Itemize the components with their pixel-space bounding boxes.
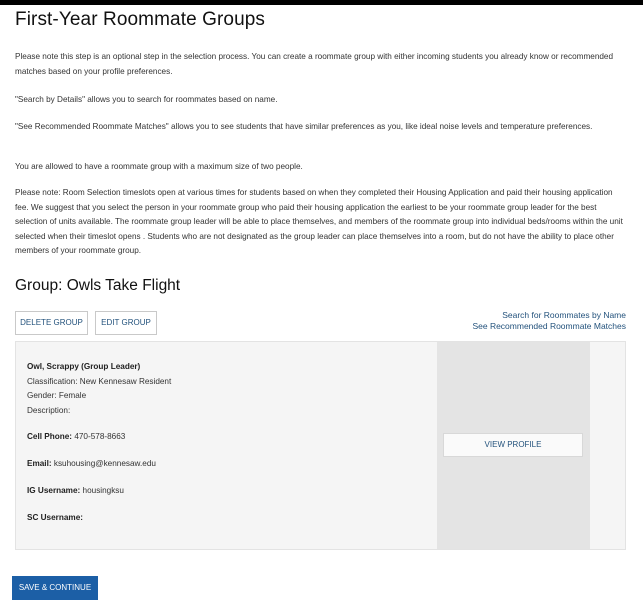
member-cell-phone: Cell Phone: 470-578-8663 [27, 432, 125, 441]
view-profile-button[interactable]: VIEW PROFILE [443, 433, 583, 457]
ig-username-label: IG Username: [27, 486, 81, 495]
email-label: Email: [27, 459, 52, 468]
delete-group-button[interactable]: DELETE GROUP [15, 311, 88, 335]
save-continue-button[interactable]: SAVE & CONTINUE [12, 576, 98, 600]
group-size-paragraph: You are allowed to have a roommate group… [15, 162, 303, 171]
recommended-matches-paragraph: "See Recommended Roommate Matches" allow… [15, 122, 593, 131]
top-bar [0, 0, 643, 5]
member-email: Email: ksuhousing@kennesaw.edu [27, 459, 156, 468]
member-classification: Classification: New Kennesaw Resident [27, 377, 172, 386]
timeslot-note-paragraph: Please note: Room Selection timeslots op… [15, 188, 623, 255]
cell-phone-value: 470-578-8663 [74, 432, 126, 441]
member-actions-panel: VIEW PROFILE [437, 342, 590, 549]
member-description: Description: [27, 406, 71, 415]
email-value: ksuhousing@kennesaw.edu [53, 459, 156, 468]
search-roommates-link[interactable]: Search for Roommates by Name [502, 310, 626, 320]
member-gender: Gender: Female [27, 391, 87, 400]
cell-phone-label: Cell Phone: [27, 432, 73, 441]
sc-username-label: SC Username: [27, 513, 83, 522]
member-name: Owl, Scrappy (Group Leader) [27, 362, 141, 371]
member-card: Owl, Scrappy (Group Leader) Classificati… [15, 341, 626, 550]
edit-group-button[interactable]: EDIT GROUP [95, 311, 157, 335]
intro-paragraph: Please note this step is an optional ste… [15, 52, 614, 76]
search-by-details-paragraph: "Search by Details" allows you to search… [15, 95, 278, 104]
member-ig-username: IG Username: housingksu [27, 486, 124, 495]
ig-username-value: housingksu [82, 486, 124, 495]
recommended-matches-link[interactable]: See Recommended Roommate Matches [472, 321, 626, 331]
page-title: First-Year Roommate Groups [15, 9, 266, 30]
member-sc-username: SC Username: [27, 513, 83, 522]
group-heading: Group: Owls Take Flight [15, 277, 181, 294]
